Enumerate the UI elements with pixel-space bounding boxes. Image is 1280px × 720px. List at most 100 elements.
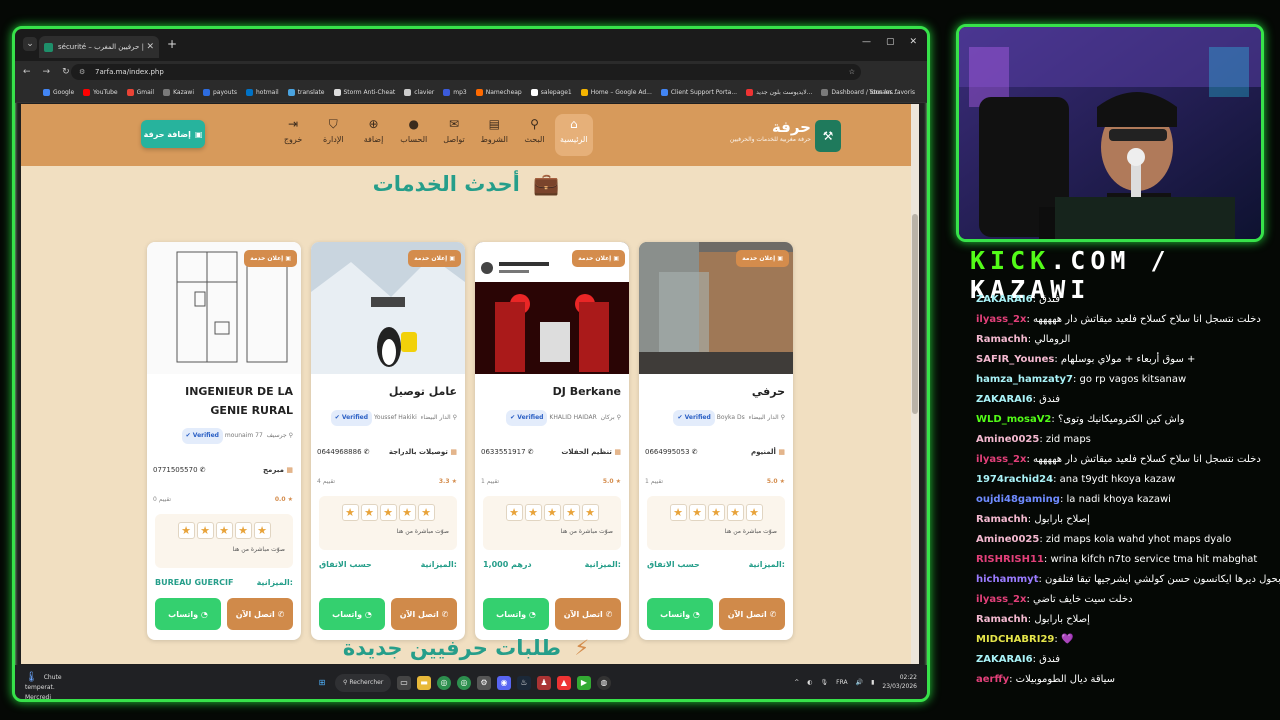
bookmark-item[interactable]: YouTube xyxy=(83,89,118,96)
vote-star-1[interactable]: ★ xyxy=(177,522,195,539)
vote-star-3[interactable]: ★ xyxy=(707,504,725,521)
bookmark-item[interactable]: Storm Anti-Cheat xyxy=(333,89,395,96)
chat-username[interactable]: SAFIR_Younes xyxy=(976,354,1054,365)
battery-icon[interactable]: ▮ xyxy=(871,679,874,686)
vote-star-4[interactable]: ★ xyxy=(562,504,580,521)
chat-username[interactable]: Amine0025 xyxy=(976,434,1039,445)
chat-username[interactable]: oujdi48gaming xyxy=(976,494,1060,505)
vote-star-3[interactable]: ★ xyxy=(379,504,397,521)
brand[interactable]: حرفة حرفة مغربية للخدمات والحرفيين xyxy=(730,118,811,143)
whatsapp-button[interactable]: واتساب ◔ xyxy=(647,598,713,630)
service-phone-row[interactable]: 0644968886 ✆ xyxy=(317,448,370,456)
service-user[interactable]: mounaim 77 xyxy=(225,432,263,439)
bookmark-item[interactable]: Client Support Porta... xyxy=(660,89,737,96)
vote-star-5[interactable]: ★ xyxy=(253,522,271,539)
reload-icon[interactable]: ↻ xyxy=(62,67,70,77)
back-icon[interactable]: ← xyxy=(23,67,31,77)
nav-home[interactable]: ⌂ الرئيسية xyxy=(554,114,593,156)
bookmark-item[interactable]: translate xyxy=(287,89,325,96)
vote-star-1[interactable]: ★ xyxy=(505,504,523,521)
tab-list-button[interactable]: ⌄ xyxy=(23,37,37,51)
nav-search[interactable]: ⚲ البحث xyxy=(514,114,554,156)
bookmark-item[interactable]: hotmail xyxy=(246,89,279,96)
service-card[interactable]: إعلان خدمة ▣ عامل توصيل ⚲ الدار البيضاء … xyxy=(311,242,465,640)
chat-username[interactable]: Ramachh xyxy=(976,334,1028,345)
call-now-button[interactable]: اتصل الآن ✆ xyxy=(391,598,457,630)
bookmark-item[interactable]: clavier xyxy=(404,89,434,96)
taskbar-search[interactable]: ⚲ Rechercher xyxy=(335,674,391,692)
service-card[interactable]: إعلان خدمة ▣ INGENIEUR DE LA GENIE RURAL… xyxy=(147,242,301,640)
call-now-button[interactable]: اتصل الآن ✆ xyxy=(719,598,785,630)
nav-account[interactable]: ● الحساب xyxy=(394,114,434,156)
nav-contact[interactable]: ✉ تواصل xyxy=(434,114,474,156)
bookmark-item[interactable]: payouts xyxy=(203,89,237,96)
chat-username[interactable]: Ramachh xyxy=(976,514,1028,525)
all-bookmarks[interactable]: Tous les favoris xyxy=(869,89,915,96)
service-title[interactable]: INGENIEUR DE LA GENIE RURAL xyxy=(155,382,293,420)
chat-username[interactable]: ZAKARAI6 xyxy=(976,294,1033,305)
service-phone-row[interactable]: 0633551917 ✆ xyxy=(481,448,534,456)
service-card[interactable]: إعلان خدمة ▣ حرفي ⚲ الدار البيضاء Boyka … xyxy=(639,242,793,640)
nav-admin[interactable]: ⛉ الإدارة xyxy=(313,114,353,156)
lang-indicator[interactable]: FRA xyxy=(836,679,847,686)
scrollbar-thumb[interactable] xyxy=(912,214,918,414)
nav-terms[interactable]: ▤ الشروط xyxy=(474,114,514,156)
red-app-icon[interactable]: ▲ xyxy=(557,676,571,690)
service-phone-row[interactable]: 0771505570 ✆ xyxy=(153,466,206,474)
chat-username[interactable]: MIDCHABRI29 xyxy=(976,634,1054,645)
service-title[interactable]: DJ Berkane xyxy=(483,382,621,401)
bookmark-item[interactable]: Gmail xyxy=(126,89,154,96)
chat-username[interactable]: ZAKARAI6 xyxy=(976,394,1033,405)
bookmark-item[interactable]: Google xyxy=(43,89,74,96)
bookmark-item[interactable]: Namecheap xyxy=(475,89,522,96)
obs-icon[interactable]: ◍ xyxy=(597,676,611,690)
settings-icon[interactable]: ⚙ xyxy=(477,676,491,690)
chat-username[interactable]: ilyass_2x xyxy=(976,314,1026,325)
chat-username[interactable]: Ramachh xyxy=(976,614,1028,625)
whatsapp-button[interactable]: واتساب ◔ xyxy=(319,598,385,630)
chat-username[interactable]: ZAKARAI6 xyxy=(976,654,1033,665)
service-title[interactable]: حرفي xyxy=(647,382,785,401)
chevron-up-icon[interactable]: ^ xyxy=(794,679,799,686)
chat-username[interactable]: Amine0025 xyxy=(976,534,1039,545)
vote-star-2[interactable]: ★ xyxy=(360,504,378,521)
whatsapp-button[interactable]: واتساب ◔ xyxy=(483,598,549,630)
chat-username[interactable]: aerffy xyxy=(976,674,1009,685)
clock[interactable]: 02:22 23/03/2026 xyxy=(882,673,917,691)
service-user[interactable]: Youssef Hakiki xyxy=(374,414,417,421)
service-user[interactable]: Boyka Ds xyxy=(717,414,745,421)
chat-username[interactable]: hichammyt xyxy=(976,574,1038,585)
close-tab-icon[interactable]: ✕ xyxy=(146,42,154,52)
vote-star-3[interactable]: ★ xyxy=(215,522,233,539)
bookmark-item[interactable]: Home – Google Ad... xyxy=(580,89,652,96)
forward-icon[interactable]: → xyxy=(43,67,51,77)
site-info-icon[interactable]: ⚙ xyxy=(79,64,85,80)
chat-username[interactable]: WLD_mosaV2 xyxy=(976,414,1051,425)
call-now-button[interactable]: اتصل الآن ✆ xyxy=(555,598,621,630)
vote-star-4[interactable]: ★ xyxy=(234,522,252,539)
url-field[interactable]: ⚙ 7arfa.ma/index.php ☆ xyxy=(71,64,861,80)
start-icon[interactable]: ⊞ xyxy=(315,676,329,690)
close-window-icon[interactable]: ✕ xyxy=(909,37,917,47)
browser-tab[interactable]: sécurité – حرفة | حرفيين المغرب ✕ xyxy=(39,36,159,58)
new-tab-icon[interactable]: + xyxy=(167,37,177,51)
vote-star-4[interactable]: ★ xyxy=(398,504,416,521)
vote-star-3[interactable]: ★ xyxy=(543,504,561,521)
vote-star-5[interactable]: ★ xyxy=(581,504,599,521)
task-view-icon[interactable]: ▭ xyxy=(397,676,411,690)
vote-star-2[interactable]: ★ xyxy=(688,504,706,521)
bookmark-star-icon[interactable]: ☆ xyxy=(849,64,855,80)
add-craft-button[interactable]: إضافة حرفة ▣ xyxy=(141,120,205,148)
vote-star-5[interactable]: ★ xyxy=(417,504,435,521)
vote-star-4[interactable]: ★ xyxy=(726,504,744,521)
steam-icon[interactable]: ♨ xyxy=(517,676,531,690)
nav-add[interactable]: ⊕ إضافة xyxy=(353,114,393,156)
bookmark-item[interactable]: salepage1 xyxy=(530,89,572,96)
maximize-icon[interactable]: ▢ xyxy=(886,37,895,47)
chat-username[interactable]: 1974rachid24 xyxy=(976,474,1053,485)
chat-username[interactable]: hamza_hamzaty7 xyxy=(976,374,1073,385)
vote-star-2[interactable]: ★ xyxy=(524,504,542,521)
tray-app-icon[interactable]: ◐ xyxy=(807,679,812,686)
chat-username[interactable]: ilyass_2x xyxy=(976,594,1026,605)
mic-icon[interactable]: 🎙 xyxy=(821,679,829,686)
